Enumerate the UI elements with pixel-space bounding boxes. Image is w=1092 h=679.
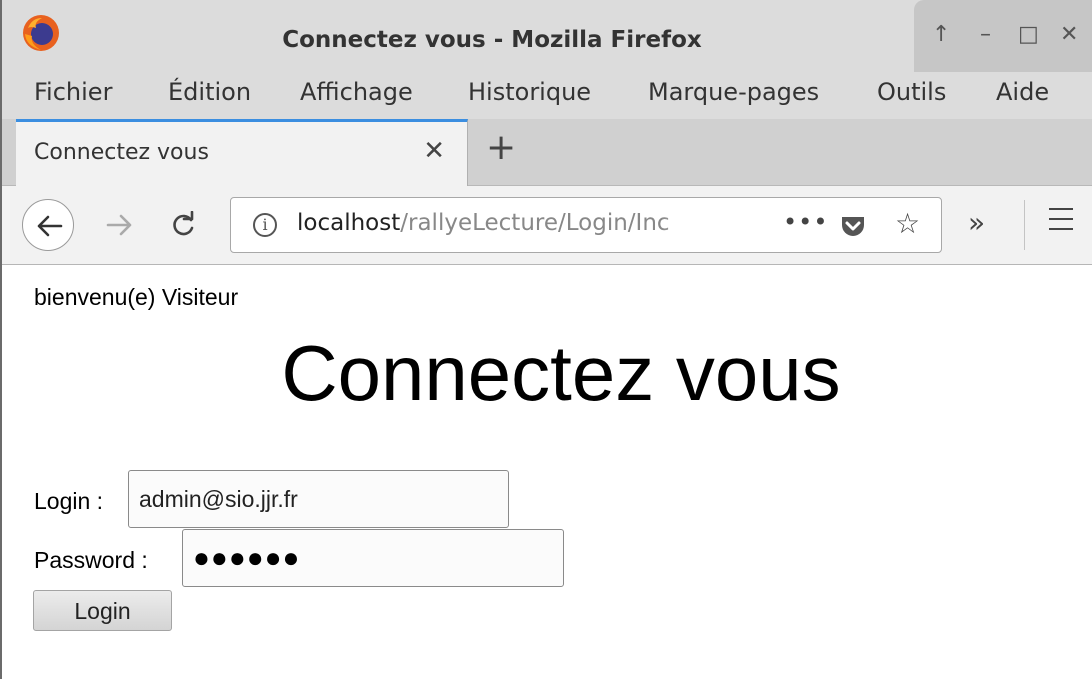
password-field[interactable]: ●●●●●● <box>182 529 564 587</box>
menu-item-fichier[interactable]: Fichier <box>34 78 112 106</box>
close-window-button[interactable]: ✕ <box>1060 22 1078 47</box>
window-title: Connectez vous - Mozilla Firefox <box>282 27 702 53</box>
menu-item-marque-pages[interactable]: Marque-pages <box>648 78 819 106</box>
tab-strip: Connectez vous ✕ + <box>2 119 1092 186</box>
password-label: Password : <box>34 547 148 573</box>
plus-icon[interactable]: + <box>486 127 516 168</box>
menu-bar: Fichier Édition Affichage Historique Mar… <box>2 72 1092 120</box>
page-actions-button[interactable]: ••• <box>783 208 828 236</box>
url-text: localhost/rallyeLecture/Login/Inc <box>297 210 707 236</box>
back-arrow-icon <box>37 215 63 237</box>
navigation-bar: i localhost/rallyeLecture/Login/Inc ••• … <box>2 186 1092 265</box>
keep-above-button[interactable]: ↑ <box>932 22 950 47</box>
star-icon[interactable]: ☆ <box>895 210 920 238</box>
login-label: Login : <box>34 488 104 514</box>
minimize-button[interactable]: – <box>980 22 991 47</box>
window-controls: ↑ – □ ✕ <box>914 0 1092 72</box>
tab-label: Connectez vous <box>34 140 209 165</box>
password-mask: ●●●●●● <box>193 542 301 573</box>
url-fade <box>661 202 721 248</box>
menu-item-aide[interactable]: Aide <box>996 78 1049 106</box>
info-icon[interactable]: i <box>253 213 277 237</box>
url-host: localhost <box>297 210 401 236</box>
hamburger-menu-icon[interactable] <box>1049 208 1073 238</box>
browser-window: Connectez vous - Mozilla Firefox ↑ – □ ✕… <box>0 0 1092 679</box>
tab-connectez-vous[interactable]: Connectez vous ✕ <box>16 119 468 186</box>
url-bar[interactable]: i localhost/rallyeLecture/Login/Inc ••• … <box>230 197 942 253</box>
page-title: Connectez vous <box>281 329 841 417</box>
menu-item-historique[interactable]: Historique <box>468 78 591 106</box>
title-bar: Connectez vous - Mozilla Firefox ↑ – □ ✕ <box>2 0 1092 72</box>
overflow-chevron-icon[interactable]: » <box>968 206 985 239</box>
back-button[interactable] <box>22 199 74 251</box>
menu-item-affichage[interactable]: Affichage <box>300 78 413 106</box>
menu-item-outils[interactable]: Outils <box>877 78 946 106</box>
maximize-button[interactable]: □ <box>1018 22 1039 47</box>
reload-icon[interactable] <box>170 211 196 239</box>
forward-arrow-icon[interactable] <box>106 211 134 239</box>
close-icon[interactable]: ✕ <box>423 136 445 166</box>
pocket-icon[interactable] <box>840 214 866 238</box>
login-button[interactable]: Login <box>33 590 172 631</box>
welcome-text: bienvenu(e) Visiteur <box>34 284 239 310</box>
menu-item-edition[interactable]: Édition <box>168 78 251 106</box>
page-content: bienvenu(e) Visiteur Connectez vous Logi… <box>2 266 1092 679</box>
login-field[interactable]: admin@sio.jjr.fr <box>128 470 509 528</box>
toolbar-separator <box>1024 200 1025 250</box>
url-path: /rallyeLecture/Login/Inc <box>400 210 670 236</box>
